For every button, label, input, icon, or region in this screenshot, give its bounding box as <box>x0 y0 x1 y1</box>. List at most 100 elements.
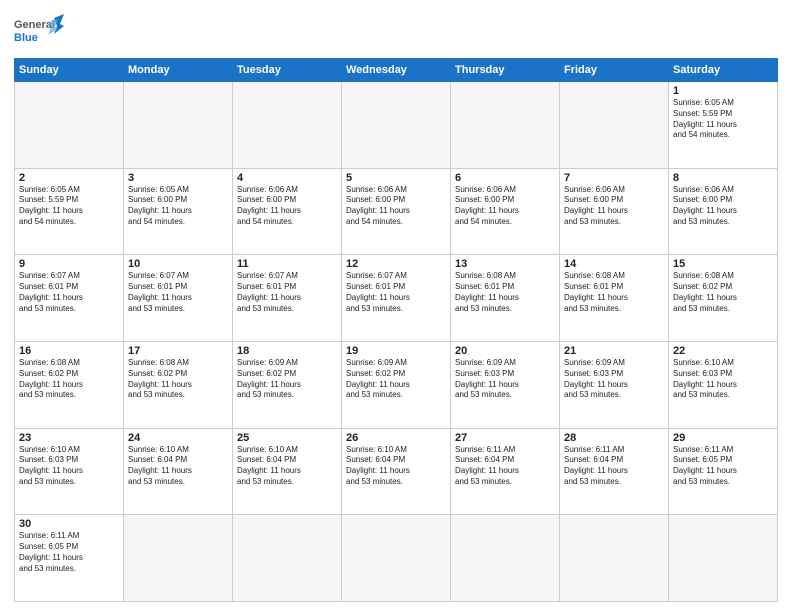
day-header-saturday: Saturday <box>669 59 778 82</box>
calendar-day-cell: 10Sunrise: 6:07 AM Sunset: 6:01 PM Dayli… <box>124 255 233 342</box>
day-number: 22 <box>673 345 773 357</box>
calendar-day-cell: 22Sunrise: 6:10 AM Sunset: 6:03 PM Dayli… <box>669 341 778 428</box>
day-info: Sunrise: 6:07 AM Sunset: 6:01 PM Dayligh… <box>19 271 119 314</box>
calendar-day-cell <box>124 82 233 169</box>
svg-text:General: General <box>14 19 55 31</box>
day-info: Sunrise: 6:09 AM Sunset: 6:03 PM Dayligh… <box>455 358 555 401</box>
calendar-day-cell: 23Sunrise: 6:10 AM Sunset: 6:03 PM Dayli… <box>15 428 124 515</box>
calendar-week-row: 9Sunrise: 6:07 AM Sunset: 6:01 PM Daylig… <box>15 255 778 342</box>
calendar-day-cell: 20Sunrise: 6:09 AM Sunset: 6:03 PM Dayli… <box>451 341 560 428</box>
header: General Blue <box>14 14 778 50</box>
page: General Blue SundayMondayTuesdayWednesda… <box>0 0 792 612</box>
day-info: Sunrise: 6:11 AM Sunset: 6:04 PM Dayligh… <box>564 445 664 488</box>
day-number: 13 <box>455 258 555 270</box>
calendar-week-row: 2Sunrise: 6:05 AM Sunset: 5:59 PM Daylig… <box>15 168 778 255</box>
calendar-day-cell: 24Sunrise: 6:10 AM Sunset: 6:04 PM Dayli… <box>124 428 233 515</box>
day-info: Sunrise: 6:05 AM Sunset: 6:00 PM Dayligh… <box>128 185 228 228</box>
day-number: 16 <box>19 345 119 357</box>
day-number: 23 <box>19 432 119 444</box>
day-info: Sunrise: 6:06 AM Sunset: 6:00 PM Dayligh… <box>673 185 773 228</box>
day-info: Sunrise: 6:08 AM Sunset: 6:01 PM Dayligh… <box>564 271 664 314</box>
calendar-day-cell <box>233 82 342 169</box>
calendar-day-cell: 8Sunrise: 6:06 AM Sunset: 6:00 PM Daylig… <box>669 168 778 255</box>
day-info: Sunrise: 6:11 AM Sunset: 6:05 PM Dayligh… <box>19 531 119 574</box>
day-number: 1 <box>673 85 773 97</box>
calendar-day-cell: 9Sunrise: 6:07 AM Sunset: 6:01 PM Daylig… <box>15 255 124 342</box>
day-info: Sunrise: 6:06 AM Sunset: 6:00 PM Dayligh… <box>346 185 446 228</box>
day-header-monday: Monday <box>124 59 233 82</box>
calendar-day-cell <box>560 515 669 602</box>
calendar-day-cell <box>560 82 669 169</box>
day-info: Sunrise: 6:08 AM Sunset: 6:01 PM Dayligh… <box>455 271 555 314</box>
day-info: Sunrise: 6:06 AM Sunset: 6:00 PM Dayligh… <box>564 185 664 228</box>
day-number: 30 <box>19 518 119 530</box>
day-header-thursday: Thursday <box>451 59 560 82</box>
day-info: Sunrise: 6:05 AM Sunset: 5:59 PM Dayligh… <box>19 185 119 228</box>
calendar-day-cell <box>342 82 451 169</box>
calendar-day-cell: 26Sunrise: 6:10 AM Sunset: 6:04 PM Dayli… <box>342 428 451 515</box>
calendar-day-cell: 4Sunrise: 6:06 AM Sunset: 6:00 PM Daylig… <box>233 168 342 255</box>
calendar-day-cell <box>233 515 342 602</box>
day-info: Sunrise: 6:08 AM Sunset: 6:02 PM Dayligh… <box>128 358 228 401</box>
day-info: Sunrise: 6:11 AM Sunset: 6:04 PM Dayligh… <box>455 445 555 488</box>
day-number: 10 <box>128 258 228 270</box>
calendar-day-cell: 21Sunrise: 6:09 AM Sunset: 6:03 PM Dayli… <box>560 341 669 428</box>
calendar-day-cell: 7Sunrise: 6:06 AM Sunset: 6:00 PM Daylig… <box>560 168 669 255</box>
day-number: 5 <box>346 172 446 184</box>
day-info: Sunrise: 6:10 AM Sunset: 6:04 PM Dayligh… <box>346 445 446 488</box>
calendar-day-cell: 1Sunrise: 6:05 AM Sunset: 5:59 PM Daylig… <box>669 82 778 169</box>
calendar-day-cell: 15Sunrise: 6:08 AM Sunset: 6:02 PM Dayli… <box>669 255 778 342</box>
calendar-day-cell: 11Sunrise: 6:07 AM Sunset: 6:01 PM Dayli… <box>233 255 342 342</box>
day-info: Sunrise: 6:05 AM Sunset: 5:59 PM Dayligh… <box>673 98 773 141</box>
calendar-day-cell: 5Sunrise: 6:06 AM Sunset: 6:00 PM Daylig… <box>342 168 451 255</box>
day-header-sunday: Sunday <box>15 59 124 82</box>
calendar-day-cell <box>451 515 560 602</box>
day-number: 27 <box>455 432 555 444</box>
calendar-day-cell: 14Sunrise: 6:08 AM Sunset: 6:01 PM Dayli… <box>560 255 669 342</box>
day-number: 14 <box>564 258 664 270</box>
day-info: Sunrise: 6:09 AM Sunset: 6:02 PM Dayligh… <box>237 358 337 401</box>
day-number: 2 <box>19 172 119 184</box>
day-info: Sunrise: 6:10 AM Sunset: 6:04 PM Dayligh… <box>237 445 337 488</box>
day-header-wednesday: Wednesday <box>342 59 451 82</box>
calendar-day-cell: 19Sunrise: 6:09 AM Sunset: 6:02 PM Dayli… <box>342 341 451 428</box>
calendar-day-cell <box>342 515 451 602</box>
day-info: Sunrise: 6:11 AM Sunset: 6:05 PM Dayligh… <box>673 445 773 488</box>
day-info: Sunrise: 6:10 AM Sunset: 6:03 PM Dayligh… <box>673 358 773 401</box>
calendar-week-row: 30Sunrise: 6:11 AM Sunset: 6:05 PM Dayli… <box>15 515 778 602</box>
day-number: 29 <box>673 432 773 444</box>
calendar-day-cell <box>669 515 778 602</box>
day-number: 9 <box>19 258 119 270</box>
day-info: Sunrise: 6:07 AM Sunset: 6:01 PM Dayligh… <box>346 271 446 314</box>
calendar-header-row: SundayMondayTuesdayWednesdayThursdayFrid… <box>15 59 778 82</box>
day-number: 4 <box>237 172 337 184</box>
day-number: 26 <box>346 432 446 444</box>
calendar-day-cell: 3Sunrise: 6:05 AM Sunset: 6:00 PM Daylig… <box>124 168 233 255</box>
day-info: Sunrise: 6:10 AM Sunset: 6:03 PM Dayligh… <box>19 445 119 488</box>
day-number: 11 <box>237 258 337 270</box>
logo: General Blue <box>14 14 64 50</box>
day-number: 18 <box>237 345 337 357</box>
day-info: Sunrise: 6:08 AM Sunset: 6:02 PM Dayligh… <box>673 271 773 314</box>
day-number: 6 <box>455 172 555 184</box>
calendar-week-row: 1Sunrise: 6:05 AM Sunset: 5:59 PM Daylig… <box>15 82 778 169</box>
day-number: 8 <box>673 172 773 184</box>
day-number: 19 <box>346 345 446 357</box>
day-header-tuesday: Tuesday <box>233 59 342 82</box>
calendar-day-cell: 18Sunrise: 6:09 AM Sunset: 6:02 PM Dayli… <box>233 341 342 428</box>
day-number: 15 <box>673 258 773 270</box>
calendar-day-cell <box>15 82 124 169</box>
day-info: Sunrise: 6:07 AM Sunset: 6:01 PM Dayligh… <box>237 271 337 314</box>
calendar-day-cell: 29Sunrise: 6:11 AM Sunset: 6:05 PM Dayli… <box>669 428 778 515</box>
calendar-day-cell: 6Sunrise: 6:06 AM Sunset: 6:00 PM Daylig… <box>451 168 560 255</box>
calendar-day-cell: 2Sunrise: 6:05 AM Sunset: 5:59 PM Daylig… <box>15 168 124 255</box>
calendar-day-cell: 27Sunrise: 6:11 AM Sunset: 6:04 PM Dayli… <box>451 428 560 515</box>
logo-svg: General Blue <box>14 14 64 50</box>
day-number: 28 <box>564 432 664 444</box>
calendar-week-row: 16 Sunrise: 6:08 AM Sunset: 6:02 PM Dayli… <box>15 341 778 428</box>
day-number: 25 <box>237 432 337 444</box>
calendar-day-cell <box>451 82 560 169</box>
calendar-day-cell <box>124 515 233 602</box>
day-info: Sunrise: 6:06 AM Sunset: 6:00 PM Dayligh… <box>455 185 555 228</box>
day-info: Sunrise: 6:09 AM Sunset: 6:03 PM Dayligh… <box>564 358 664 401</box>
